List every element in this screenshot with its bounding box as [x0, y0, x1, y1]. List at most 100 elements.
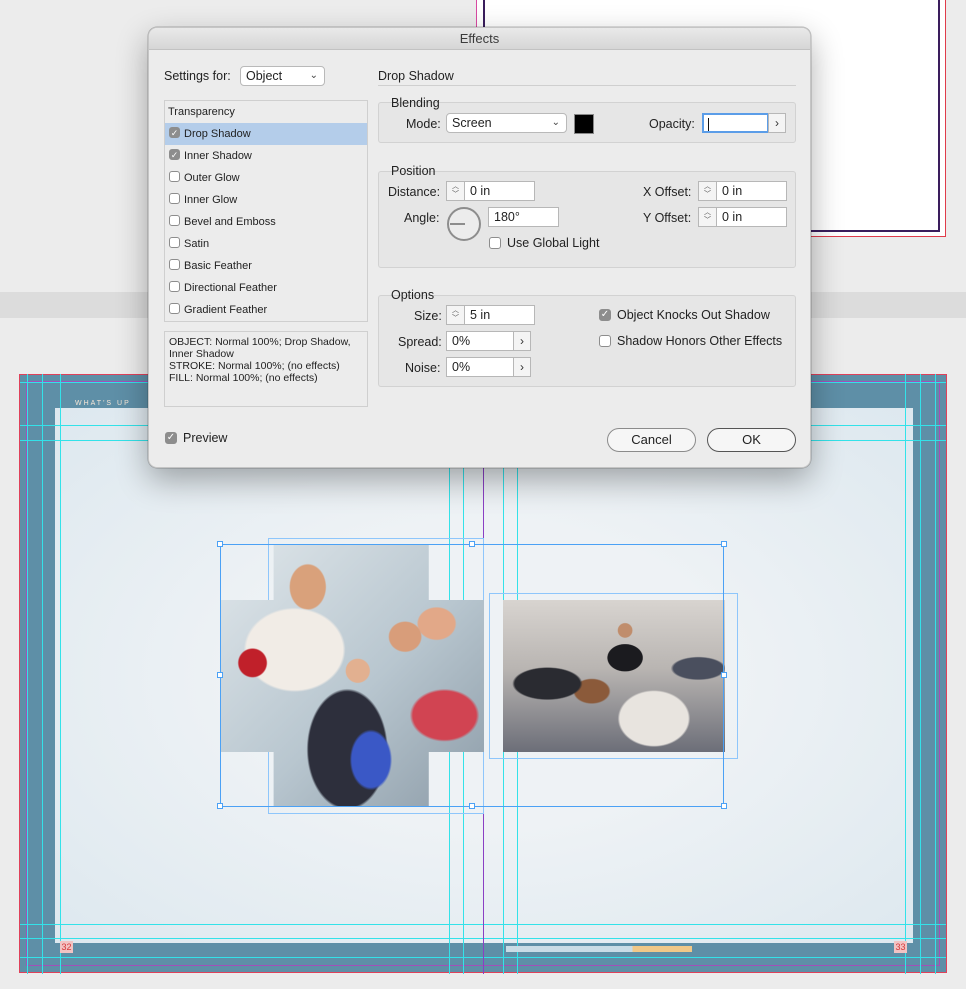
- resize-handle[interactable]: [217, 672, 223, 678]
- preview-checkbox[interactable]: ✓: [165, 432, 177, 444]
- chevron-down-icon: ⌄: [551, 117, 560, 128]
- selection-bounding-box[interactable]: [220, 544, 724, 807]
- guide: [935, 374, 936, 974]
- resize-handle[interactable]: [217, 803, 223, 809]
- effects-list-item[interactable]: Outer Glow: [165, 167, 367, 189]
- noise-label: Noise:: [405, 361, 441, 375]
- y-offset-label: Y Offset:: [643, 211, 692, 225]
- noise-popup-button[interactable]: ›: [513, 357, 531, 377]
- ok-button[interactable]: OK: [707, 428, 796, 452]
- effects-list: Transparency ✓ Drop Shadow ✓ Inner Shadow Ou…: [164, 100, 368, 322]
- text-caret: [708, 118, 709, 131]
- summary-line: STROKE: Normal 100%; (no effects): [169, 360, 340, 372]
- summary-line: OBJECT: Normal 100%; Drop Shadow,: [169, 336, 351, 348]
- effects-list-item[interactable]: Satin: [165, 233, 367, 255]
- settings-for-label: Settings for:: [164, 69, 231, 83]
- opacity-popup-button[interactable]: ›: [768, 113, 786, 133]
- use-global-light-label: Use Global Light: [507, 236, 600, 250]
- effect-checkbox[interactable]: [169, 303, 180, 314]
- angle-input[interactable]: 180°: [488, 207, 559, 227]
- effects-list-header[interactable]: Transparency: [165, 101, 367, 123]
- folio-right: 33: [894, 941, 907, 953]
- opacity-input[interactable]: [702, 113, 769, 133]
- distance-stepper[interactable]: ︿ ﹀: [446, 181, 465, 201]
- cancel-button[interactable]: Cancel: [607, 428, 696, 452]
- effects-list-item[interactable]: ✓ Inner Shadow: [165, 145, 367, 167]
- knocks-out-shadow-label: Object Knocks Out Shadow: [617, 308, 770, 322]
- spread-popup-button[interactable]: ›: [513, 331, 531, 351]
- effect-label: Gradient Feather: [184, 304, 268, 316]
- opacity-label: Opacity:: [649, 117, 695, 131]
- effects-summary: OBJECT: Normal 100%; Drop Shadow, Inner …: [164, 331, 368, 407]
- angle-dial[interactable]: [447, 207, 481, 241]
- position-title: Position: [391, 164, 436, 178]
- options-title: Options: [391, 288, 435, 302]
- resize-handle[interactable]: [469, 541, 475, 547]
- effect-checkbox[interactable]: [169, 171, 180, 182]
- effects-list-item[interactable]: Bevel and Emboss: [165, 211, 367, 233]
- settings-for-select[interactable]: Object ⌄: [240, 66, 325, 86]
- preview-label: Preview: [183, 431, 228, 445]
- size-input[interactable]: 5 in: [464, 305, 535, 325]
- mode-label: Mode:: [406, 117, 441, 131]
- resize-handle[interactable]: [721, 803, 727, 809]
- section-divider: [378, 85, 796, 86]
- effect-label: Inner Glow: [184, 194, 238, 206]
- effect-checkbox[interactable]: [169, 193, 180, 204]
- effects-list-item[interactable]: Basic Feather: [165, 255, 367, 277]
- distance-input[interactable]: 0 in: [464, 181, 535, 201]
- effect-checkbox[interactable]: [169, 259, 180, 270]
- y-offset-input[interactable]: 0 in: [716, 207, 787, 227]
- effect-checkbox[interactable]: [169, 215, 180, 226]
- effect-label: Satin: [184, 238, 210, 250]
- effect-checkbox[interactable]: [169, 237, 180, 248]
- footer-tagline: [506, 946, 692, 952]
- chevron-down-icon: ⌄: [309, 70, 318, 81]
- resize-handle[interactable]: [721, 541, 727, 547]
- distance-label: Distance:: [388, 185, 441, 199]
- spread-input[interactable]: 0%: [446, 331, 514, 351]
- effect-checkbox[interactable]: [169, 281, 180, 292]
- settings-for-value: Object: [246, 69, 283, 83]
- honors-effects-checkbox[interactable]: [599, 335, 611, 347]
- guide: [42, 374, 43, 974]
- shadow-color-swatch[interactable]: [574, 114, 594, 134]
- effect-label: Drop Shadow: [184, 128, 251, 140]
- use-global-light-checkbox[interactable]: [489, 237, 501, 249]
- y-offset-stepper[interactable]: ︿ ﹀: [698, 207, 717, 227]
- x-offset-label: X Offset:: [643, 185, 692, 199]
- effects-list-item[interactable]: Gradient Feather: [165, 299, 367, 321]
- resize-handle[interactable]: [469, 803, 475, 809]
- effects-list-item[interactable]: Directional Feather: [165, 277, 367, 299]
- knocks-out-shadow-checkbox[interactable]: ✓: [599, 309, 611, 321]
- honors-effects-label: Shadow Honors Other Effects: [617, 334, 783, 348]
- blend-mode-select[interactable]: Screen ⌄: [446, 113, 567, 133]
- resize-handle[interactable]: [721, 672, 727, 678]
- effects-list-item[interactable]: Inner Glow: [165, 189, 367, 211]
- effects-dialog: Effects Settings for: Object ⌄ Transpare…: [148, 27, 811, 468]
- noise-input[interactable]: 0%: [446, 357, 514, 377]
- resize-handle[interactable]: [217, 541, 223, 547]
- angle-label: Angle:: [404, 211, 440, 225]
- effect-label: Bevel and Emboss: [184, 216, 276, 228]
- effect-label: Outer Glow: [184, 172, 240, 184]
- effect-checkbox[interactable]: ✓: [169, 149, 180, 160]
- size-stepper[interactable]: ︿ ﹀: [446, 305, 465, 325]
- effects-list-item[interactable]: ✓ Drop Shadow: [165, 123, 367, 145]
- x-offset-stepper[interactable]: ︿ ﹀: [698, 181, 717, 201]
- x-offset-input[interactable]: 0 in: [716, 181, 787, 201]
- section-title: Drop Shadow: [378, 69, 454, 83]
- spread-label: Spread:: [398, 335, 442, 349]
- guide: [27, 374, 28, 974]
- effect-label: Basic Feather: [184, 260, 252, 272]
- guide: [905, 374, 906, 974]
- guide: [920, 374, 921, 974]
- effect-label: Directional Feather: [184, 282, 277, 294]
- summary-line: Inner Shadow: [169, 348, 234, 360]
- guide: [60, 374, 61, 974]
- dialog-title[interactable]: Effects: [149, 28, 810, 50]
- effect-label: Inner Shadow: [184, 150, 252, 162]
- effect-checkbox[interactable]: ✓: [169, 127, 180, 138]
- size-label: Size:: [414, 309, 442, 323]
- blend-mode-value: Screen: [452, 116, 492, 130]
